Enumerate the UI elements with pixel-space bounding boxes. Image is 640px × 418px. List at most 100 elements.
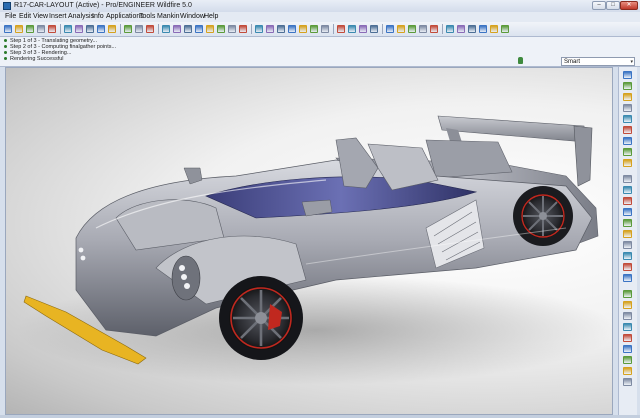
rib-icon[interactable]	[623, 263, 632, 271]
offset-icon[interactable]	[623, 334, 632, 342]
hidden-line-icon[interactable]	[288, 25, 296, 33]
context-help-icon[interactable]	[501, 25, 509, 33]
cut-icon[interactable]	[86, 25, 94, 33]
paste-icon[interactable]	[108, 25, 116, 33]
merge-icon[interactable]	[623, 312, 632, 320]
spline-icon[interactable]	[623, 115, 632, 123]
regenerate-icon[interactable]	[124, 25, 132, 33]
light-icon[interactable]	[419, 25, 427, 33]
plane-icon[interactable]	[623, 159, 632, 167]
datum-axes-icon[interactable]	[337, 25, 345, 33]
layers-icon[interactable]	[255, 25, 263, 33]
measure-icon[interactable]	[457, 25, 465, 33]
datum-points-icon[interactable]	[348, 25, 356, 33]
revolve-icon[interactable]	[623, 186, 632, 194]
menu-tools[interactable]: Tools	[139, 13, 155, 20]
info-bullet-icon	[4, 51, 7, 55]
print-icon[interactable]	[37, 25, 45, 33]
refit-icon[interactable]	[217, 25, 225, 33]
find-icon[interactable]	[135, 25, 143, 33]
zoom-in-icon[interactable]	[195, 25, 203, 33]
copy-icon[interactable]	[97, 25, 105, 33]
reorient-icon[interactable]	[228, 25, 236, 33]
open-icon[interactable]	[15, 25, 23, 33]
shell-icon[interactable]	[623, 252, 632, 260]
toolbar-separator	[120, 24, 121, 34]
menu-bar: File Edit View Insert Analysis Info Appl…	[0, 12, 640, 22]
message-area: Step 1 of 3 - Translating geometry... St…	[0, 37, 640, 67]
render-icon[interactable]	[386, 25, 394, 33]
orient-icon[interactable]	[184, 25, 192, 33]
csys-icon[interactable]	[359, 25, 367, 33]
thicken-icon[interactable]	[623, 345, 632, 353]
draft-icon[interactable]	[623, 274, 632, 282]
feature-toolbar	[618, 67, 637, 415]
round-icon[interactable]	[623, 230, 632, 238]
copy-geom-icon[interactable]	[623, 367, 632, 375]
maximize-button[interactable]: □	[606, 1, 620, 10]
selection-filter-dropdown[interactable]: Smart ▾	[561, 57, 635, 66]
close-button[interactable]: ✕	[620, 1, 638, 10]
rectangle-icon[interactable]	[623, 82, 632, 90]
info-bullet-icon	[4, 45, 7, 49]
save-icon[interactable]	[26, 25, 34, 33]
new-icon[interactable]	[4, 25, 12, 33]
email-icon[interactable]	[48, 25, 56, 33]
graphics-window[interactable]	[5, 67, 613, 415]
pattern-icon[interactable]	[623, 290, 632, 298]
sketch-icon[interactable]	[623, 71, 632, 79]
proe-app-icon[interactable]	[3, 2, 11, 10]
explode-icon[interactable]	[479, 25, 487, 33]
extrude-icon[interactable]	[623, 175, 632, 183]
annotations-icon[interactable]	[370, 25, 378, 33]
datum-planes-icon[interactable]	[321, 25, 329, 33]
menu-mankin[interactable]: Mankin	[157, 13, 180, 20]
appearance-icon[interactable]	[397, 25, 405, 33]
undo-icon[interactable]	[64, 25, 72, 33]
toolbar-separator	[442, 24, 443, 34]
blend-icon[interactable]	[623, 208, 632, 216]
menu-analysis[interactable]: Analysis	[68, 13, 94, 20]
publish-icon[interactable]	[623, 378, 632, 386]
minimize-button[interactable]: –	[592, 1, 606, 10]
circle-icon[interactable]	[623, 93, 632, 101]
hole-icon[interactable]	[623, 219, 632, 227]
wireframe-icon[interactable]	[277, 25, 285, 33]
redo-icon[interactable]	[75, 25, 83, 33]
no-hidden-icon[interactable]	[299, 25, 307, 33]
perspective-icon[interactable]	[446, 25, 454, 33]
toolbar-separator	[158, 24, 159, 34]
sweep-icon[interactable]	[623, 197, 632, 205]
menu-edit[interactable]: Edit	[19, 13, 31, 20]
arc-icon[interactable]	[623, 104, 632, 112]
axis-icon[interactable]	[623, 148, 632, 156]
front-wheel	[219, 276, 303, 360]
section-icon[interactable]	[468, 25, 476, 33]
toolbar-separator	[251, 24, 252, 34]
trim-icon[interactable]	[623, 323, 632, 331]
menu-file[interactable]: File	[5, 13, 16, 20]
csys-datum-icon[interactable]	[623, 137, 632, 145]
info-bullet-icon	[4, 39, 7, 43]
menu-window[interactable]: Window	[180, 13, 205, 20]
menu-help[interactable]: Help	[204, 13, 218, 20]
shading-icon[interactable]	[310, 25, 318, 33]
menu-insert[interactable]: Insert	[49, 13, 67, 20]
select-icon[interactable]	[146, 25, 154, 33]
room-icon[interactable]	[430, 25, 438, 33]
family-table-icon[interactable]	[490, 25, 498, 33]
view-manager-icon[interactable]	[266, 25, 274, 33]
spin-icon[interactable]	[173, 25, 181, 33]
menu-info[interactable]: Info	[92, 13, 104, 20]
point-icon[interactable]	[623, 126, 632, 134]
repaint-icon[interactable]	[162, 25, 170, 33]
window-title: R17-CAR-LAYOUT (Active) - Pro/ENGINEER W…	[14, 2, 192, 9]
mirror-icon[interactable]	[623, 301, 632, 309]
saved-views-icon[interactable]	[239, 25, 247, 33]
zoom-out-icon[interactable]	[206, 25, 214, 33]
chamfer-icon[interactable]	[623, 241, 632, 249]
toolbar-separator	[333, 24, 334, 34]
solidify-icon[interactable]	[623, 356, 632, 364]
scene-icon[interactable]	[408, 25, 416, 33]
menu-view[interactable]: View	[33, 13, 48, 20]
